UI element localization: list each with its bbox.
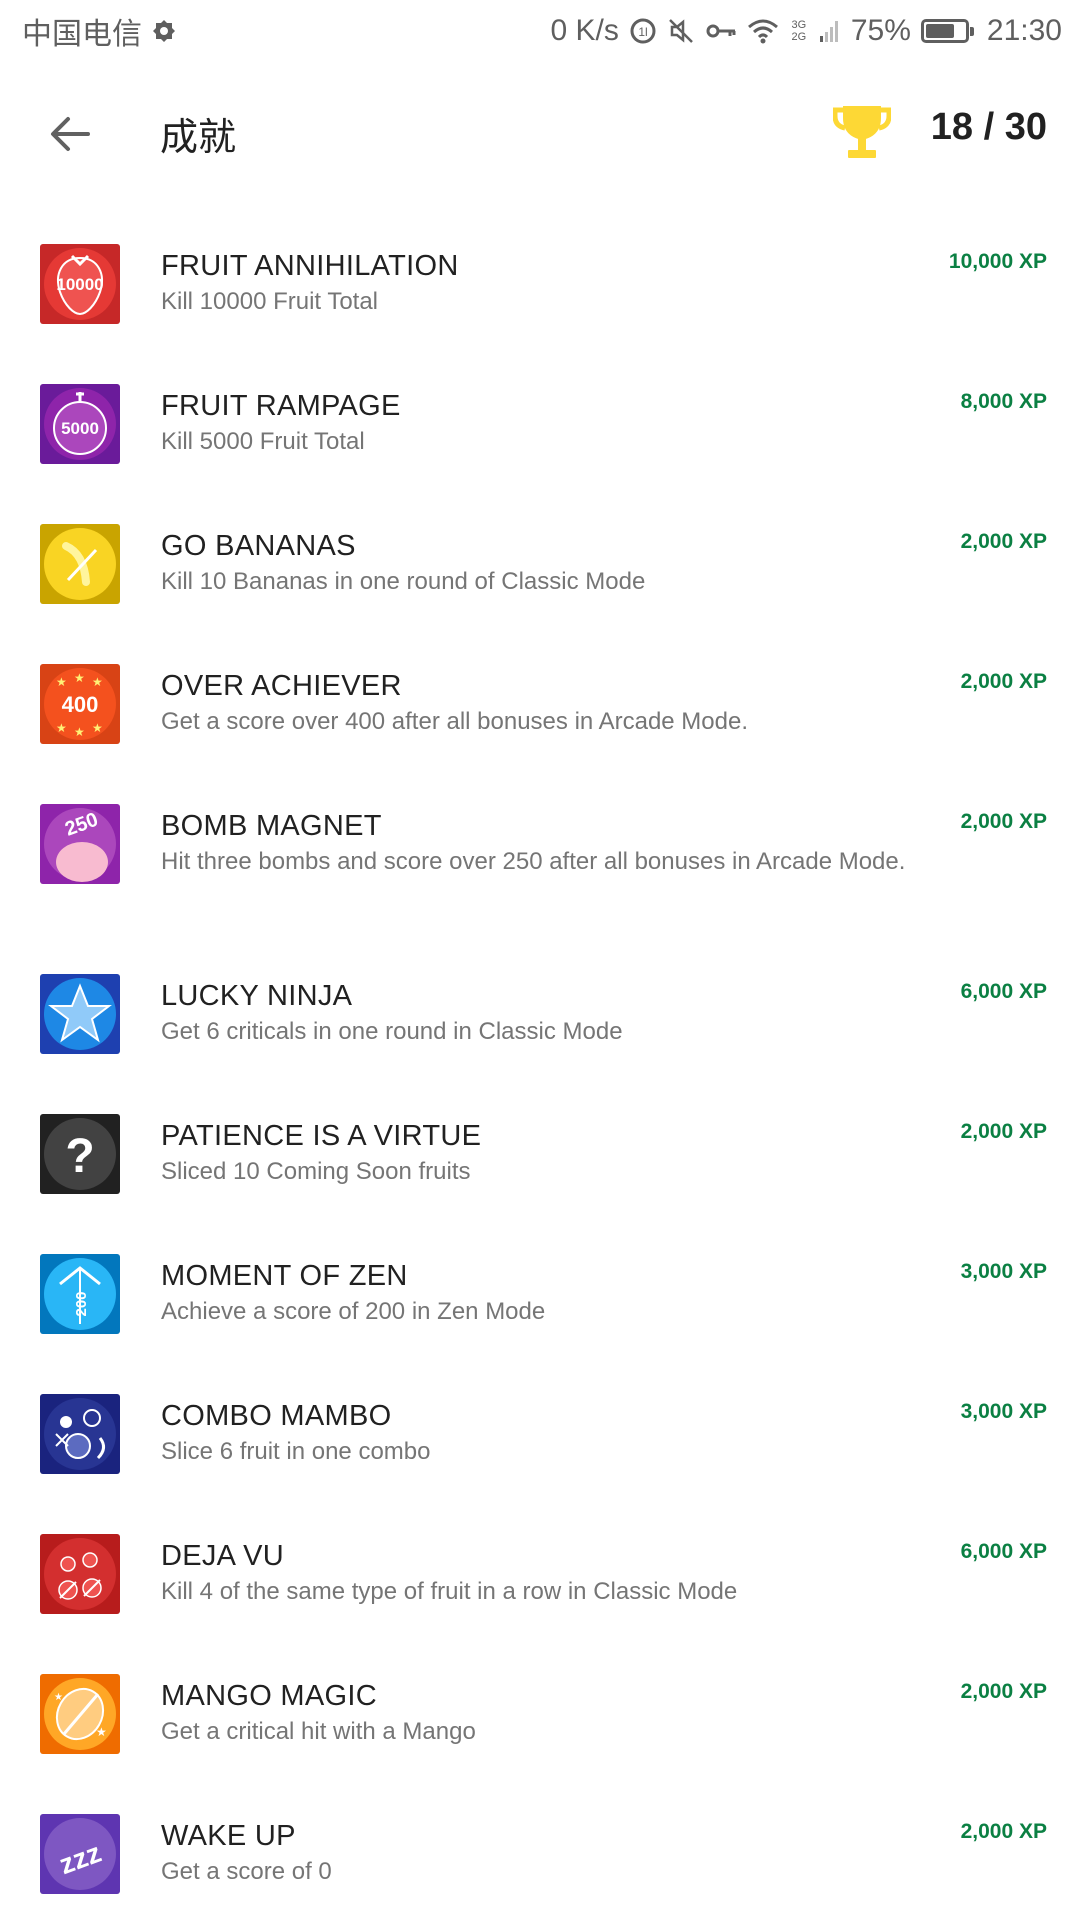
achievement-xp: 2,000 XP	[960, 1820, 1047, 1843]
achievement-title: COMBO MAMBO	[161, 1400, 392, 1432]
achievement-title: FRUIT ANNIHILATION	[161, 250, 459, 282]
badge-cherries-icon	[40, 1534, 120, 1614]
achievement-xp: 10,000 XP	[948, 250, 1047, 273]
achievement-title: MANGO MAGIC	[161, 1680, 377, 1712]
net-speed: 0 K/s	[550, 14, 619, 47]
notification-icon	[152, 19, 176, 43]
svg-text:★: ★	[92, 675, 103, 689]
achievement-row[interactable]: 5000 FRUIT RAMPAGE Kill 5000 Fruit Total…	[0, 340, 1080, 480]
achievement-row[interactable]: zzz WAKE UP Get a score of 0 2,000 XP	[0, 1770, 1080, 1920]
clock: 21:30	[986, 14, 1062, 47]
badge-bomb-250-icon: 250	[40, 804, 120, 884]
achievement-row[interactable]: ? PATIENCE IS A VIRTUE Sliced 10 Coming …	[0, 1070, 1080, 1210]
achievement-row[interactable]: DEJA VU Kill 4 of the same type of fruit…	[0, 1490, 1080, 1630]
achievement-row[interactable]: 200 MOMENT OF ZEN Achieve a score of 200…	[0, 1210, 1080, 1350]
achievement-description: Slice 6 fruit in one combo	[161, 1438, 431, 1465]
svg-text:?: ?	[65, 1130, 94, 1183]
svg-text:★: ★	[96, 1725, 107, 1739]
signal-icon: 3G 2G	[789, 19, 809, 43]
achievement-row[interactable]: ★ ★ ★ ★ ★ ★ 400 OVER ACHIEVER Get a score over…	[0, 620, 1080, 760]
achievement-description: Get a score over 400 after all bonuses i…	[161, 708, 749, 735]
achievement-title: GO BANANAS	[161, 530, 356, 562]
vpn-key-icon	[705, 19, 737, 43]
svg-text:10000: 10000	[56, 275, 103, 294]
achievement-xp: 6,000 XP	[960, 1540, 1047, 1563]
wifi-icon	[747, 18, 779, 44]
badge-zen-200-icon: 200	[40, 1254, 120, 1334]
svg-text:★: ★	[74, 671, 85, 685]
hd-call-icon: 1l	[629, 17, 657, 45]
trophy-icon	[832, 102, 892, 162]
achievement-xp: 2,000 XP	[960, 530, 1047, 553]
svg-text:400: 400	[62, 692, 99, 717]
achievement-row[interactable]: LUCKY NINJA Get 6 criticals in one round…	[0, 930, 1080, 1070]
achievement-title: MOMENT OF ZEN	[161, 1260, 408, 1292]
badge-banana-icon	[40, 524, 120, 604]
achievement-description: Kill 10000 Fruit Total	[161, 288, 379, 315]
achievement-xp: 8,000 XP	[960, 390, 1047, 413]
achievement-xp: 6,000 XP	[960, 980, 1047, 1003]
badge-question-mark-icon: ?	[40, 1114, 120, 1194]
svg-text:★: ★	[92, 721, 103, 735]
svg-text:★: ★	[56, 675, 67, 689]
page-title: 成就	[160, 117, 237, 159]
badge-400-stars-icon: ★ ★ ★ ★ ★ ★ 400	[40, 664, 120, 744]
battery-percent: 75%	[850, 14, 911, 47]
achievement-title: OVER ACHIEVER	[161, 670, 402, 702]
badge-combo-fruits-icon	[40, 1394, 120, 1474]
achievement-count: 18 / 30	[930, 106, 1047, 148]
badge-10000-strawberry-icon: 10000	[40, 244, 120, 324]
achievement-title: BOMB MAGNET	[161, 810, 382, 842]
signal-bars-icon	[819, 18, 841, 44]
achievement-xp: 2,000 XP	[960, 670, 1047, 693]
achievement-xp: 3,000 XP	[960, 1260, 1047, 1283]
achievement-xp: 2,000 XP	[960, 1120, 1047, 1143]
status-bar: 中国电信 0 K/s 1l 3G 2G 75% 21:30	[0, 0, 1080, 62]
achievement-description: Get 6 criticals in one round in Classic …	[161, 1018, 623, 1045]
achievement-title: LUCKY NINJA	[161, 980, 353, 1012]
badge-mango-icon: ★ ★	[40, 1674, 120, 1754]
achievement-description: Kill 5000 Fruit Total	[161, 428, 365, 455]
achievement-xp: 3,000 XP	[960, 1400, 1047, 1423]
badge-sleep-zzz-icon: zzz	[40, 1814, 120, 1894]
achievement-title: FRUIT RAMPAGE	[161, 390, 401, 422]
achievement-xp: 2,000 XP	[960, 810, 1047, 833]
achievement-row[interactable]: ★ ★ MANGO MAGIC Get a critical hit with a…	[0, 1630, 1080, 1770]
back-button[interactable]	[40, 104, 100, 164]
achievement-title: WAKE UP	[161, 1820, 296, 1852]
achievement-description: Achieve a score of 200 in Zen Mode	[161, 1298, 546, 1325]
badge-5000-plum-icon: 5000	[40, 384, 120, 464]
svg-text:200: 200	[73, 1291, 90, 1316]
battery-icon	[920, 19, 974, 43]
achievement-title: PATIENCE IS A VIRTUE	[161, 1120, 482, 1152]
achievement-title: DEJA VU	[161, 1540, 284, 1572]
achievement-description: Hit three bombs and score over 250 after…	[161, 848, 906, 875]
achievement-row[interactable]: GO BANANAS Kill 10 Bananas in one round …	[0, 480, 1080, 620]
achievement-row[interactable]: 250 BOMB MAGNET Hit three bombs and scor…	[0, 760, 1080, 930]
arrow-back-icon	[51, 117, 90, 151]
app-bar: 成就 18 / 30	[0, 62, 1080, 202]
mute-icon	[667, 17, 695, 45]
svg-text:★: ★	[56, 721, 67, 735]
svg-text:1l: 1l	[638, 25, 647, 39]
achievement-row[interactable]: 10000 FRUIT ANNIHILATION Kill 10000 Frui…	[0, 200, 1080, 340]
achievement-description: Kill 4 of the same type of fruit in a ro…	[161, 1578, 738, 1605]
svg-text:5000: 5000	[61, 419, 99, 438]
achievement-xp: 2,000 XP	[960, 1680, 1047, 1703]
svg-text:★: ★	[54, 1692, 63, 1703]
svg-text:★: ★	[74, 725, 85, 739]
achievement-description: Get a score of 0	[161, 1858, 332, 1885]
badge-star-icon	[40, 974, 120, 1054]
network-type-label: 3G 2G	[791, 19, 807, 43]
carrier-label: 中国电信	[22, 18, 142, 51]
achievement-description: Get a critical hit with a Mango	[161, 1718, 476, 1745]
achievement-description: Sliced 10 Coming Soon fruits	[161, 1158, 471, 1185]
achievement-description: Kill 10 Bananas in one round of Classic …	[161, 568, 646, 595]
achievement-row[interactable]: COMBO MAMBO Slice 6 fruit in one combo 3…	[0, 1350, 1080, 1490]
